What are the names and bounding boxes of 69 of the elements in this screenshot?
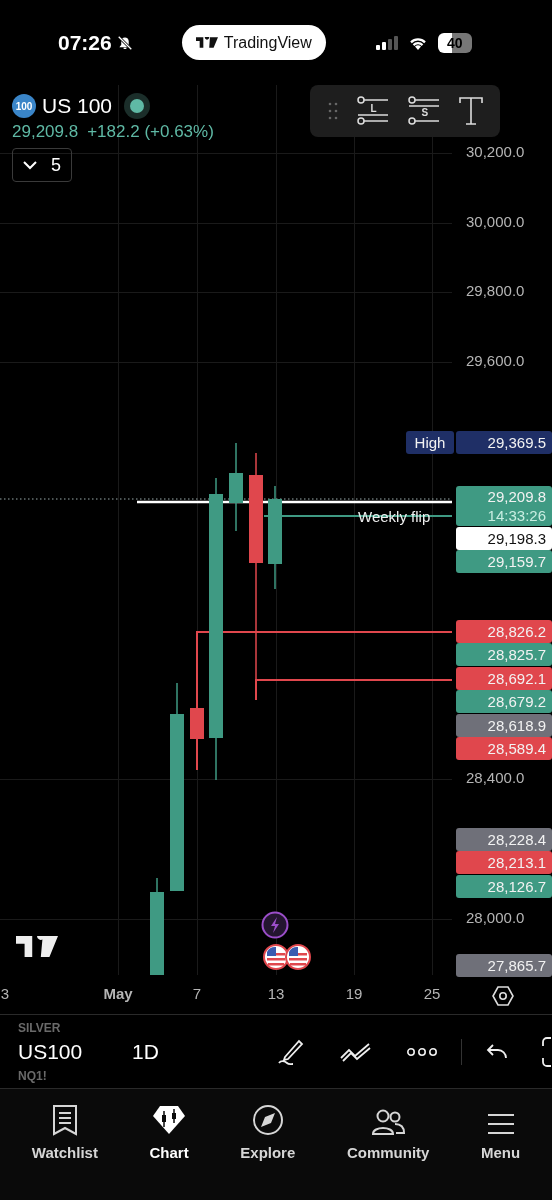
axis-tick-label: 30,000.0	[466, 212, 525, 230]
symbol-option[interactable]: SILVER	[18, 1020, 108, 1035]
axis-tick-label: 25	[423, 985, 441, 1002]
flag-icon[interactable]	[263, 944, 289, 970]
candle	[190, 707, 204, 740]
compass-icon	[251, 1104, 284, 1136]
price-label: 29,159.7	[456, 550, 552, 574]
tab-bar-item[interactable]: Explore	[240, 1097, 296, 1161]
signal-icon	[375, 35, 398, 50]
wifi-icon	[407, 35, 428, 50]
tab-bar-item[interactable]: Community	[346, 1097, 430, 1161]
price-value: 29,209.8	[487, 487, 546, 507]
axis-tick-label: 29,600.0	[466, 351, 525, 369]
interval-selector[interactable]: 1D	[132, 1039, 159, 1064]
axis-tick-label: 3	[0, 985, 10, 1002]
price-label: 28,126.7	[456, 874, 552, 898]
candles-gem-icon	[152, 1104, 187, 1136]
price-change: +182.2 (+0.63%)	[87, 122, 214, 142]
symbol-option[interactable]: US100	[18, 1038, 108, 1065]
logo-icon	[195, 37, 218, 48]
axis-tick-label: 7	[192, 985, 202, 1002]
axis-tick-label: May	[103, 985, 133, 1002]
axis-tick-label: 30,200.0	[466, 143, 525, 160]
clock-time: 07:26	[58, 30, 112, 55]
price-label: 28,826.2	[456, 619, 552, 643]
indicators-toggle[interactable]: 5	[12, 148, 72, 182]
price-label: 28,825.7	[456, 643, 552, 667]
short-position-tool[interactable]: S	[407, 96, 440, 126]
symbol-option[interactable]: NQ1!	[18, 1068, 108, 1083]
fullscreen-icon[interactable]	[542, 1036, 552, 1067]
axis-tick-label: 28,000.0	[466, 908, 525, 926]
line-tools-icon[interactable]	[339, 1041, 373, 1062]
menu-icon	[486, 1112, 515, 1136]
logo-icon	[16, 936, 58, 957]
app-pill[interactable]: TradingView	[181, 25, 326, 60]
lightning-icon[interactable]	[261, 911, 289, 939]
last-price: 29,209.8	[12, 122, 79, 142]
price-label: 28,228.4	[456, 827, 552, 851]
undo-icon[interactable]	[486, 1042, 508, 1061]
price-label: 27,865.7	[456, 953, 552, 977]
tab-bar-item[interactable]: Chart	[149, 1097, 189, 1161]
long-position-tool[interactable]: L	[356, 96, 389, 126]
tab-bar-item[interactable]: Watchlist	[31, 1097, 98, 1161]
more-icon[interactable]	[407, 1046, 437, 1057]
price-label: 28,589.4	[456, 737, 552, 761]
drag-handle-icon[interactable]	[327, 100, 338, 122]
settings-icon[interactable]	[492, 985, 514, 1007]
axis-tick-label: 28,400.0	[466, 769, 525, 787]
price-label: 28,213.1	[456, 851, 552, 875]
people-icon	[371, 1108, 406, 1136]
axis-tick-label: 29,800.0	[466, 282, 525, 300]
chevron-down-icon	[23, 160, 37, 170]
tab-bar-item[interactable]: Menu	[481, 1097, 521, 1161]
text-tool-icon[interactable]	[458, 97, 483, 125]
high-label: High	[406, 430, 454, 454]
price-label: 29,198.3	[456, 526, 552, 550]
bookmark-list-icon	[51, 1104, 78, 1136]
muted-bell-icon	[115, 33, 134, 52]
symbol-badge: 100	[12, 94, 36, 118]
price-label: 28,692.1	[456, 666, 552, 690]
symbol-name[interactable]: US 100	[42, 94, 113, 118]
price-label: 28,679.2	[456, 690, 552, 714]
market-status-dot-icon	[124, 93, 151, 119]
flag-icon[interactable]	[285, 944, 311, 970]
price-label: 28,618.9	[456, 713, 552, 737]
countdown-time: 14:33:26	[487, 506, 546, 526]
axis-tick-label: 19	[345, 985, 363, 1002]
axis-tick-label: 13	[267, 985, 285, 1002]
price-label: 29,369.5	[456, 430, 552, 454]
